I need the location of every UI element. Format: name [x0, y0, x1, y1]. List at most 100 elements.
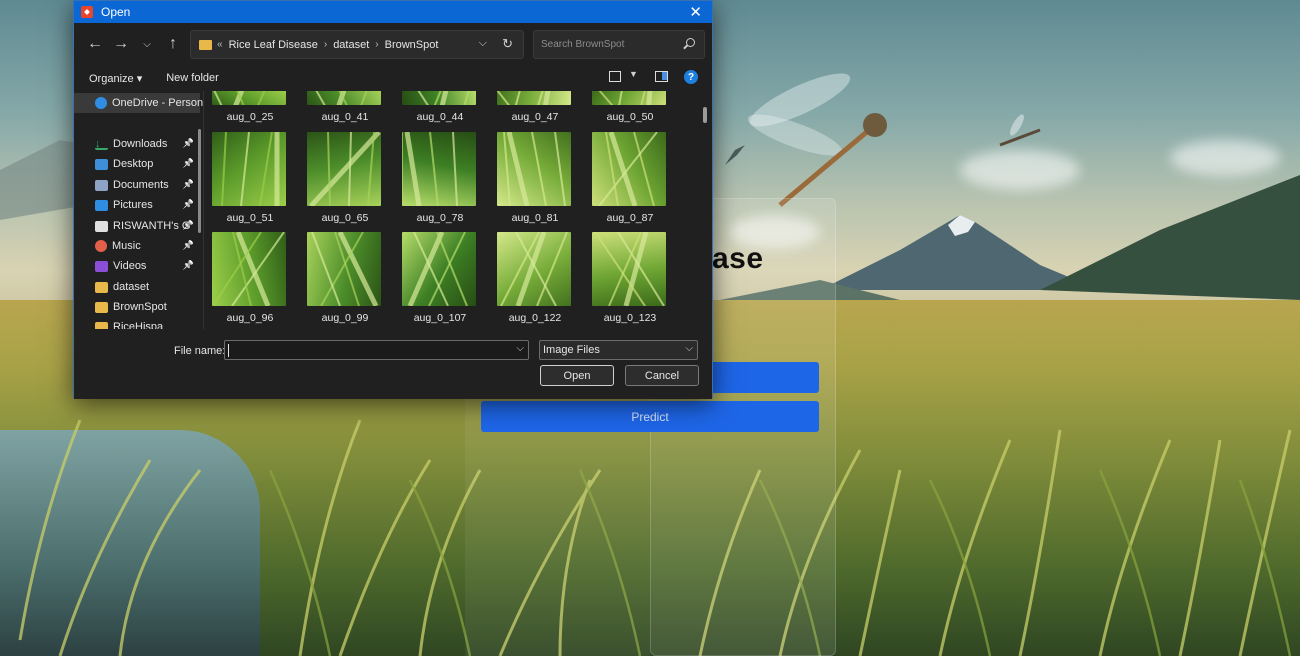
sidebar-item[interactable]: RiceHispa	[74, 317, 200, 329]
navigation-bar: ← → ⌵ ↑ « Rice Leaf Disease › dataset › …	[74, 23, 712, 65]
sidebar-item-label: Downloads	[113, 138, 168, 150]
open-file-dialog: Open ✕ ← → ⌵ ↑ « Rice Leaf Disease › dat…	[73, 0, 713, 399]
downloads-icon: ↓	[95, 138, 108, 150]
sidebar-item-label: Videos	[113, 260, 147, 272]
file-type-select[interactable]: Image Files ⌵	[539, 340, 698, 360]
new-folder-button[interactable]: New folder	[166, 72, 219, 84]
sidebar-item-label: OneDrive - Person	[112, 97, 204, 109]
file-item[interactable]: aug_0_87	[570, 132, 666, 224]
close-icon[interactable]: ✕	[689, 3, 702, 21]
dialog-title: Open	[101, 5, 131, 19]
image-thumbnail	[497, 232, 571, 306]
file-item[interactable]: aug_0_81	[475, 132, 571, 224]
file-name-label: aug_0_123	[603, 312, 657, 324]
image-thumbnail	[592, 91, 666, 105]
sidebar-item[interactable]: ↓ Downloads 📌	[74, 134, 200, 154]
pin-icon: 📌	[182, 199, 194, 209]
sidebar-item-label: Documents	[113, 179, 169, 191]
app-title: ase	[712, 242, 764, 275]
file-name-input[interactable]: ⌵	[224, 340, 529, 360]
image-thumbnail	[592, 132, 666, 206]
file-item[interactable]: aug_0_107	[380, 232, 476, 324]
file-item[interactable]: aug_0_99	[285, 232, 381, 324]
sidebar-item[interactable]: Pictures 📌	[74, 195, 200, 215]
videos-icon	[95, 260, 108, 272]
folder-icon	[95, 301, 108, 313]
dialog-titlebar[interactable]: Open ✕	[74, 1, 712, 23]
file-item[interactable]: aug_0_122	[475, 232, 571, 324]
music-icon	[95, 240, 107, 252]
file-item[interactable]: aug_0_41	[285, 91, 381, 123]
file-item[interactable]: aug_0_65	[285, 132, 381, 224]
sidebar-item[interactable]: Documents 📌	[74, 175, 200, 195]
sidebar-item[interactable]: OneDrive - Person	[74, 93, 204, 113]
address-overflow[interactable]: «	[217, 39, 223, 50]
sidebar-item[interactable]: RISWANTH's G 📌	[74, 216, 200, 236]
folder-icon	[199, 39, 212, 50]
image-thumbnail	[592, 232, 666, 306]
pictures-icon	[95, 199, 108, 211]
documents-icon	[95, 179, 108, 191]
preview-pane-icon[interactable]	[655, 71, 668, 82]
cancel-button[interactable]: Cancel	[625, 365, 699, 386]
search-box[interactable]: Search BrownSpot	[533, 30, 705, 59]
file-type-value: Image Files	[543, 344, 600, 356]
file-item[interactable]: aug_0_47	[475, 91, 571, 123]
file-item[interactable]: aug_0_51	[205, 132, 286, 224]
sidebar-item[interactable]: BrownSpot	[74, 297, 200, 317]
refresh-icon[interactable]: ↻	[502, 36, 513, 52]
back-arrow-icon[interactable]: ←	[84, 33, 106, 55]
sidebar-scrollbar[interactable]	[198, 129, 201, 233]
sidebar-item[interactable]: Music 📌	[74, 236, 200, 256]
sidebar-item[interactable]: dataset	[74, 277, 200, 297]
sidebar-item[interactable]: Desktop 📌	[74, 154, 200, 174]
file-icon	[95, 220, 108, 232]
address-bar[interactable]: « Rice Leaf Disease › dataset › BrownSpo…	[190, 30, 524, 59]
breadcrumb-rice-leaf-disease[interactable]: Rice Leaf Disease	[229, 39, 318, 51]
image-thumbnail	[497, 91, 571, 105]
open-button[interactable]: Open	[540, 365, 614, 386]
organize-button[interactable]: Organize ▾	[89, 72, 142, 85]
file-item[interactable]: aug_0_44	[380, 91, 476, 123]
image-thumbnail	[497, 132, 571, 206]
file-item[interactable]: aug_0_50	[570, 91, 666, 123]
sidebar-item[interactable]: Videos 📌	[74, 256, 200, 276]
command-toolbar: Organize ▾ New folder ▼ ?	[74, 65, 712, 91]
file-item[interactable]: aug_0_96	[205, 232, 286, 324]
image-thumbnail	[212, 132, 286, 206]
scrollbar[interactable]	[703, 107, 707, 123]
forward-arrow-icon[interactable]: →	[110, 33, 132, 55]
folder-icon	[95, 281, 108, 293]
file-item[interactable]: aug_0_78	[380, 132, 476, 224]
file-item[interactable]: aug_0_123	[570, 232, 666, 324]
file-name-label: File name:	[174, 345, 226, 357]
dragonfly-illustration	[747, 73, 887, 207]
onedrive-icon	[95, 97, 107, 109]
pin-icon: 📌	[182, 138, 194, 148]
file-item[interactable]: aug_0_25	[205, 91, 286, 123]
folder-icon	[95, 321, 108, 329]
image-thumbnail	[212, 91, 286, 105]
view-icon[interactable]	[609, 71, 621, 82]
breadcrumb-separator-icon: ›	[323, 39, 328, 50]
up-arrow-icon[interactable]: ↑	[162, 33, 184, 55]
image-thumbnail	[402, 132, 476, 206]
breadcrumb-dataset[interactable]: dataset	[333, 39, 369, 51]
dialog-footer: File name: ⌵ Image Files ⌵ Open Cancel	[74, 329, 712, 399]
file-name-dropdown-icon[interactable]: ⌵	[516, 343, 524, 354]
address-dropdown-icon[interactable]: ⌵	[479, 37, 487, 50]
dialog-body: OneDrive - Person ↓ Downloads 📌 Desktop 📌 Docu…	[74, 91, 712, 329]
sidebar-item-label: Pictures	[113, 199, 153, 211]
image-thumbnail	[212, 232, 286, 306]
pin-icon: 📌	[182, 179, 194, 189]
recent-locations-chevron-icon[interactable]: ⌵	[136, 33, 158, 55]
search-icon	[686, 38, 695, 47]
pin-icon: 📌	[182, 240, 194, 250]
view-dropdown-icon[interactable]: ▼	[629, 69, 638, 79]
file-type-dropdown-icon: ⌵	[685, 343, 693, 354]
predict-button[interactable]: Predict	[481, 401, 819, 432]
text-caret	[228, 344, 229, 357]
breadcrumb-brownspot[interactable]: BrownSpot	[385, 39, 439, 51]
help-icon[interactable]: ?	[684, 70, 698, 84]
image-thumbnail	[402, 91, 476, 105]
